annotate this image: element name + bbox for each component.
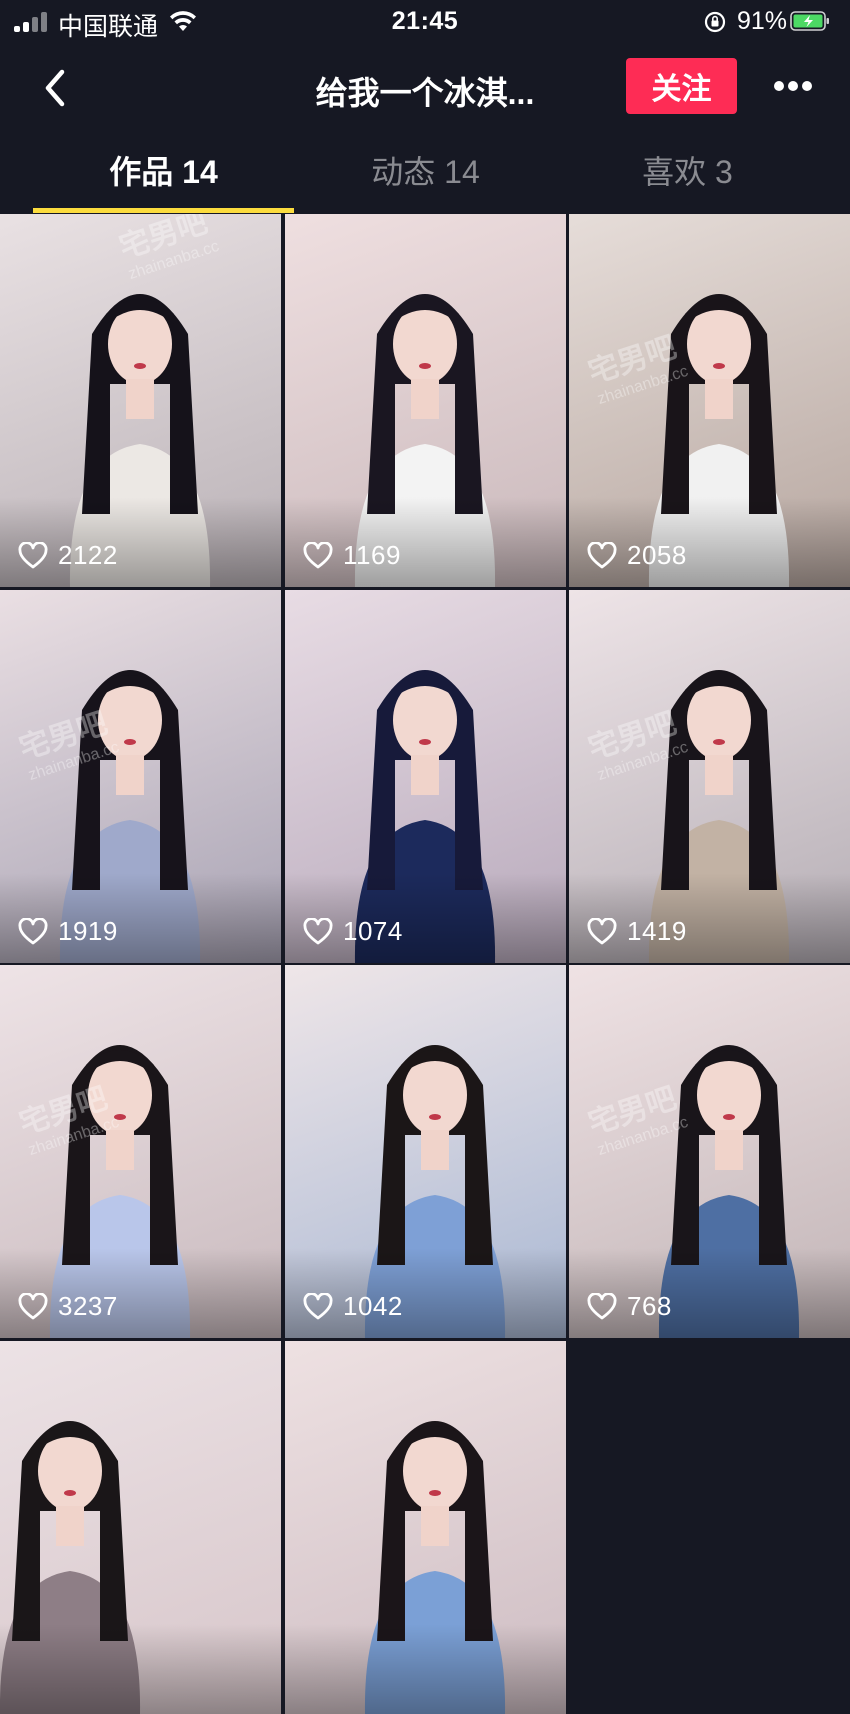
- like-count: 1419: [587, 916, 687, 947]
- like-count-value: 1919: [58, 916, 118, 946]
- like-count-value: 2122: [58, 540, 118, 570]
- more-options-icon[interactable]: [770, 76, 816, 96]
- video-thumbnail[interactable]: 1074: [285, 590, 566, 963]
- profile-tabs: 作品 14 动态 14 喜欢 3: [0, 140, 850, 214]
- like-count-value: 1074: [343, 916, 403, 946]
- heart-outline-icon: [303, 541, 333, 568]
- heart-outline-icon: [303, 1292, 333, 1319]
- tab-works[interactable]: 作品 14: [22, 140, 305, 214]
- like-count: 1919: [18, 916, 118, 947]
- thumbnail-shade: [285, 1624, 566, 1714]
- video-thumbnail[interactable]: [0, 1341, 281, 1714]
- like-count: 3237: [18, 1291, 118, 1322]
- video-thumbnail[interactable]: 1169: [285, 214, 566, 587]
- tab-activity[interactable]: 动态 14: [284, 140, 567, 214]
- like-count-value: 1419: [627, 916, 687, 946]
- video-thumbnail[interactable]: 宅男吧 zhainanba.cc 768: [569, 965, 850, 1338]
- status-bar: 中国联通 21:45 91%: [0, 0, 850, 44]
- active-tab-indicator: [33, 208, 294, 213]
- heart-outline-icon: [587, 917, 617, 944]
- like-count-value: 768: [627, 1291, 672, 1321]
- video-thumbnail[interactable]: 1042: [285, 965, 566, 1338]
- like-count: 2122: [18, 540, 118, 571]
- follow-button[interactable]: 关注: [626, 58, 737, 114]
- like-count: 1169: [303, 540, 401, 571]
- heart-outline-icon: [18, 917, 48, 944]
- video-thumbnail[interactable]: 宅男吧 zhainanba.cc 2122: [0, 214, 281, 587]
- page-title: 给我一个冰淇...: [315, 75, 535, 111]
- like-count: 1042: [303, 1291, 403, 1322]
- nav-bar: 给我一个冰淇... 关注: [0, 48, 850, 128]
- orientation-lock-icon: [704, 11, 726, 33]
- heart-outline-icon: [303, 917, 333, 944]
- video-thumbnail[interactable]: 宅男吧 zhainanba.cc 1919: [0, 590, 281, 963]
- heart-outline-icon: [587, 541, 617, 568]
- like-count-value: 3237: [58, 1291, 118, 1321]
- back-arrow-icon[interactable]: [36, 66, 76, 110]
- like-count: 2058: [587, 540, 687, 571]
- like-count-value: 2058: [627, 540, 687, 570]
- heart-outline-icon: [587, 1292, 617, 1319]
- battery-percent: 91%: [737, 7, 788, 35]
- like-count-value: 1042: [343, 1291, 403, 1321]
- like-count: 1074: [303, 916, 403, 947]
- like-count: 768: [587, 1291, 672, 1322]
- thumbnail-shade: [0, 1624, 281, 1714]
- like-count-value: 1169: [343, 540, 401, 570]
- video-thumbnail[interactable]: [285, 1341, 566, 1714]
- heart-outline-icon: [18, 541, 48, 568]
- battery-icon: [790, 11, 829, 31]
- tab-likes[interactable]: 喜欢 3: [546, 140, 829, 214]
- video-thumbnail[interactable]: 宅男吧 zhainanba.cc 3237: [0, 965, 281, 1338]
- video-thumbnail[interactable]: 宅男吧 zhainanba.cc 1419: [569, 590, 850, 963]
- heart-outline-icon: [18, 1292, 48, 1319]
- video-thumbnail[interactable]: 宅男吧 zhainanba.cc 2058: [569, 214, 850, 587]
